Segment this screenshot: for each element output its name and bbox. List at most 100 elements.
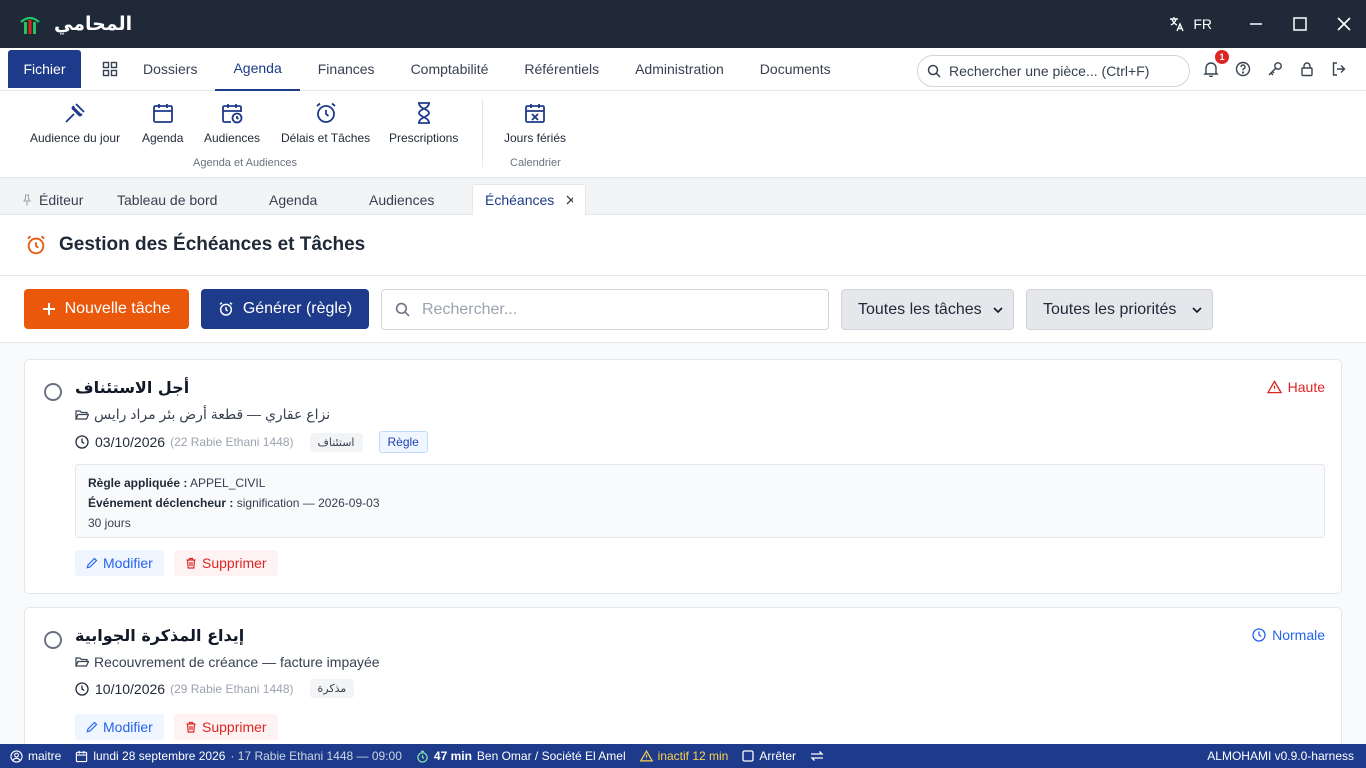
maximize-icon bbox=[1293, 17, 1307, 31]
priority-filter-select[interactable]: Toutes les priorités bbox=[1026, 289, 1213, 330]
help-button[interactable] bbox=[1232, 58, 1254, 80]
rule-label: Règle appliquée : bbox=[88, 476, 188, 490]
menu-tab-documents[interactable]: Documents bbox=[742, 48, 849, 91]
delete-label: Supprimer bbox=[202, 555, 267, 571]
task-filter-value: Toutes les tâches bbox=[858, 300, 982, 318]
notifications-button[interactable]: 1 bbox=[1200, 50, 1229, 80]
alarm-clock-icon bbox=[219, 302, 233, 316]
alarm-clock-icon bbox=[27, 235, 45, 255]
priority-label: Normale bbox=[1272, 627, 1325, 643]
ribbon-separator bbox=[482, 99, 483, 167]
status-client: Ben Omar / Société El Amel bbox=[476, 749, 626, 763]
menu-tab-finances[interactable]: Finances bbox=[300, 48, 393, 91]
ribbon-audience-du-jour[interactable]: Audience du jour bbox=[30, 101, 120, 145]
task-type-tag: استئناف bbox=[309, 432, 363, 452]
task-title: إيداع المذكرة الجوابية bbox=[75, 626, 245, 645]
language-label: FR bbox=[1193, 16, 1212, 32]
status-date-text: lundi 28 septembre 2026 bbox=[93, 749, 226, 763]
search-icon bbox=[927, 64, 941, 78]
clock-icon bbox=[1252, 628, 1266, 642]
status-inactive: inactif 12 min bbox=[639, 749, 728, 763]
rule-info-box: Règle appliquée : APPEL_CIVIL Événement … bbox=[75, 464, 1325, 538]
new-task-button[interactable]: Nouvelle tâche bbox=[24, 289, 189, 329]
chevron-down-icon bbox=[1192, 306, 1202, 313]
ribbon-label: Prescriptions bbox=[389, 131, 459, 145]
stop-label: Arrêter bbox=[759, 749, 797, 763]
edit-label: Modifier bbox=[103, 555, 153, 571]
tab-label: Échéances bbox=[485, 192, 555, 208]
lock-button[interactable] bbox=[1296, 58, 1318, 80]
menu-tab-comptabilite[interactable]: Comptabilité bbox=[393, 48, 507, 91]
close-window-button[interactable] bbox=[1322, 0, 1366, 48]
event-value: signification — 2026-09-03 bbox=[236, 496, 380, 510]
status-user[interactable]: maitre bbox=[10, 749, 61, 763]
task-date-row: 03/10/2026 (22 Rabie Ethani 1448) استئنا… bbox=[75, 431, 428, 453]
key-button[interactable] bbox=[1264, 58, 1286, 80]
task-type-tag: مذكرة bbox=[309, 679, 355, 698]
tab-tableau-de-bord[interactable]: Tableau de bord bbox=[105, 184, 229, 215]
menu-tab-referentiels[interactable]: Référentiels bbox=[506, 48, 617, 91]
logout-button[interactable] bbox=[1328, 58, 1350, 80]
event-line: Événement déclencheur : signification — … bbox=[88, 493, 1312, 513]
lock-icon bbox=[1301, 62, 1313, 77]
ribbon-prescriptions[interactable]: Prescriptions bbox=[389, 101, 458, 145]
ribbon-group-agenda: Agenda et Audiences bbox=[193, 157, 297, 169]
task-folder: Recouvrement de créance — facture impayé… bbox=[75, 654, 380, 670]
ribbon-jours-feries[interactable]: Jours fériés bbox=[504, 101, 566, 145]
calendar-icon bbox=[152, 104, 173, 123]
app-logo-icon bbox=[20, 16, 40, 34]
ribbon-agenda[interactable]: Agenda bbox=[142, 101, 183, 145]
delete-label: Supprimer bbox=[202, 719, 267, 735]
stop-square-icon bbox=[742, 750, 754, 762]
ribbon-label: Agenda bbox=[142, 131, 184, 145]
priority-badge: Normale bbox=[1252, 627, 1325, 643]
translate-icon bbox=[1170, 17, 1184, 32]
task-search-input[interactable]: Rechercher... bbox=[381, 289, 829, 330]
task-title: أجل الاستئناف bbox=[75, 378, 190, 397]
menu-tab-agenda[interactable]: Agenda bbox=[215, 48, 300, 91]
fichier-button[interactable]: Fichier bbox=[8, 50, 81, 88]
task-filter-select[interactable]: Toutes les tâches bbox=[841, 289, 1014, 330]
delete-button[interactable]: Supprimer bbox=[174, 550, 278, 576]
task-complete-checkbox[interactable] bbox=[44, 383, 62, 401]
generate-rule-label: Générer (règle) bbox=[242, 300, 353, 317]
close-tab-icon[interactable] bbox=[566, 195, 573, 205]
minimize-button[interactable] bbox=[1234, 0, 1278, 48]
task-card: إيداع المذكرة الجوابية Normale Recouvrem… bbox=[24, 607, 1342, 767]
menu-tab-administration[interactable]: Administration bbox=[617, 48, 742, 91]
tab-agenda[interactable]: Agenda bbox=[257, 184, 329, 215]
ribbon-audiences[interactable]: Audiences bbox=[204, 101, 260, 145]
main-menu: Fichier Dossiers Agenda Finances Comptab… bbox=[0, 48, 1366, 91]
clock-icon bbox=[75, 435, 89, 449]
stop-timer-button[interactable]: Arrêter bbox=[742, 749, 796, 763]
tab-echeances[interactable]: Échéances bbox=[472, 184, 586, 215]
task-complete-checkbox[interactable] bbox=[44, 631, 62, 649]
notification-badge: 1 bbox=[1215, 50, 1229, 64]
tab-audiences[interactable]: Audiences bbox=[357, 184, 446, 215]
ribbon-delais-taches[interactable]: Délais et Tâches bbox=[281, 101, 370, 145]
status-bar: maitre lundi 28 septembre 2026 · 17 Rabi… bbox=[0, 744, 1366, 768]
calendar-clock-icon bbox=[222, 104, 243, 124]
new-task-label: Nouvelle tâche bbox=[64, 300, 171, 317]
generate-rule-button[interactable]: Générer (règle) bbox=[201, 289, 369, 329]
tasks-toolbar: Nouvelle tâche Générer (règle) Recherche… bbox=[0, 276, 1366, 343]
status-date: lundi 28 septembre 2026 · 17 Rabie Ethan… bbox=[75, 749, 402, 763]
global-search-input[interactable]: Rechercher une pièce... (Ctrl+F) bbox=[917, 55, 1190, 87]
task-folder-name: Recouvrement de créance — facture impayé… bbox=[94, 654, 380, 670]
switch-button[interactable] bbox=[810, 750, 824, 762]
apps-grid-button[interactable] bbox=[95, 61, 125, 77]
page-title: Gestion des Échéances et Tâches bbox=[59, 234, 366, 255]
menu-tab-dossiers[interactable]: Dossiers bbox=[125, 48, 215, 91]
plus-icon bbox=[42, 303, 55, 315]
folder-open-icon bbox=[75, 409, 89, 420]
task-folder: نزاع عقاري — قطعة أرض بئر مراد رايس bbox=[75, 406, 330, 423]
task-date: 03/10/2026 bbox=[95, 434, 166, 450]
maximize-button[interactable] bbox=[1278, 0, 1322, 48]
tab-editeur[interactable]: Éditeur bbox=[10, 184, 95, 215]
edit-button[interactable]: Modifier bbox=[75, 550, 164, 576]
delete-button[interactable]: Supprimer bbox=[174, 714, 278, 740]
priority-label: Haute bbox=[1287, 379, 1325, 395]
rule-value: APPEL_CIVIL bbox=[190, 476, 266, 490]
language-switch[interactable]: FR bbox=[1169, 16, 1212, 32]
edit-button[interactable]: Modifier bbox=[75, 714, 164, 740]
